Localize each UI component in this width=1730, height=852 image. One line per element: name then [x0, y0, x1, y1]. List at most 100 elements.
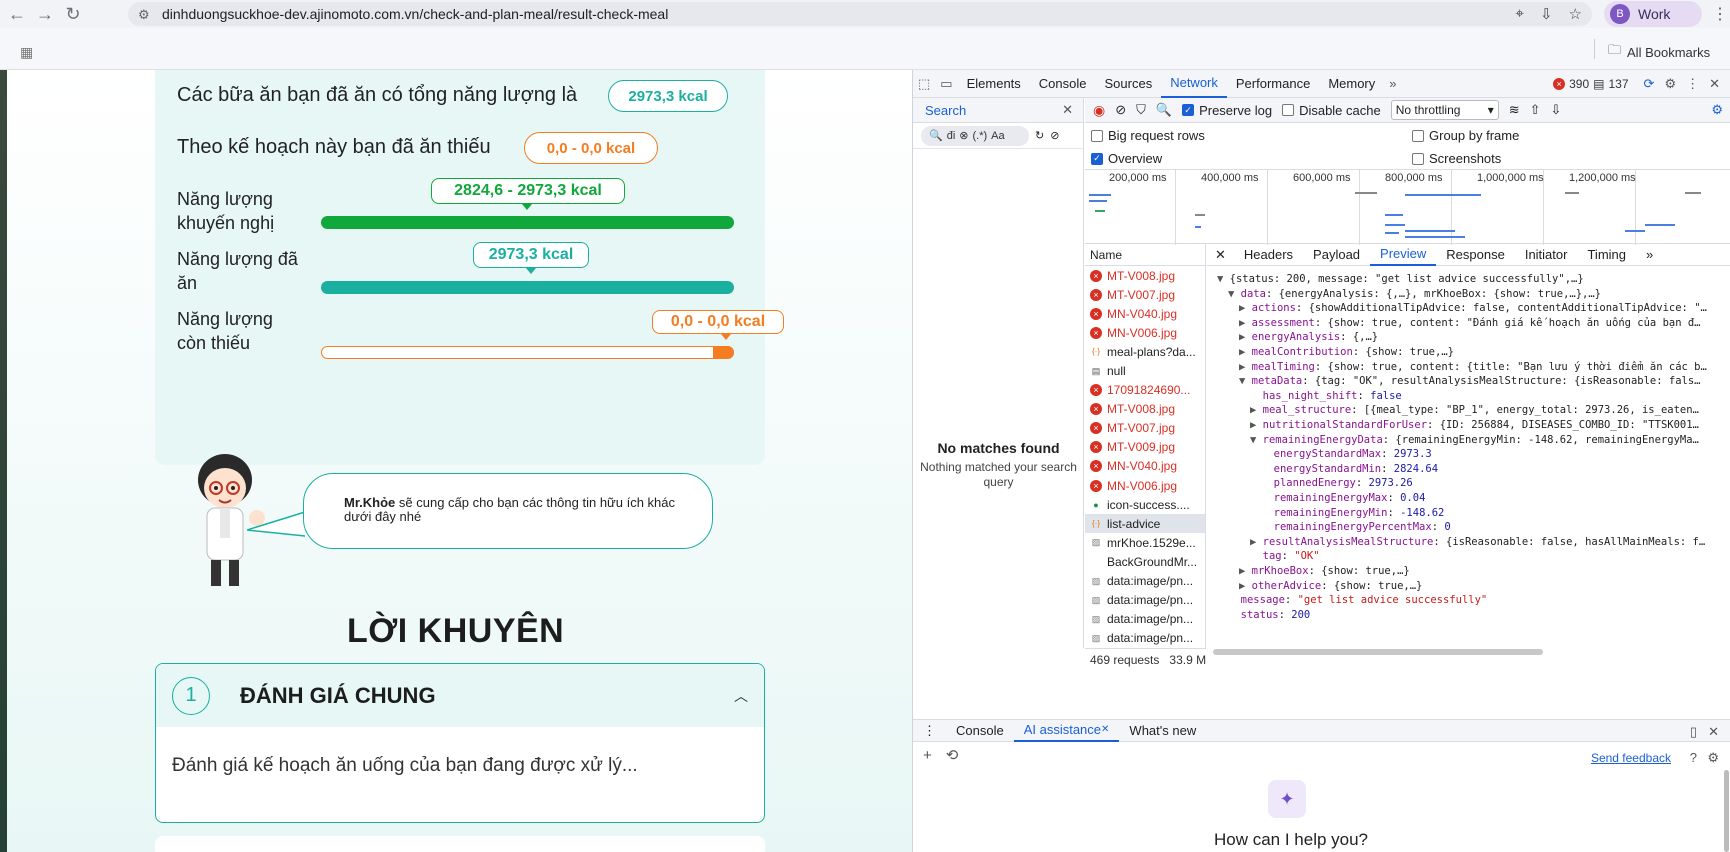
profile-button[interactable]: B Work: [1604, 1, 1702, 27]
clear-results-icon[interactable]: ⊘: [1050, 129, 1059, 142]
chevron-up-icon[interactable]: ︿: [734, 686, 748, 706]
request-row[interactable]: {·} list-advice: [1085, 514, 1205, 534]
expand-arrow-icon[interactable]: ▶: [1250, 404, 1263, 416]
search-network-icon[interactable]: 🔍: [1156, 102, 1172, 118]
clear-search-icon[interactable]: ⊗: [959, 129, 968, 142]
close-search-icon[interactable]: ✕: [1062, 102, 1073, 118]
horizontal-scrollbar[interactable]: [1213, 649, 1543, 655]
new-chat-icon[interactable]: +: [923, 747, 932, 764]
drawer-tab-ai-assistance[interactable]: AI assistance ✕: [1013, 720, 1120, 742]
vertical-scrollbar[interactable]: [1724, 770, 1729, 852]
collapse-arrow-icon[interactable]: ▼: [1239, 375, 1252, 387]
help-icon[interactable]: ?: [1690, 750, 1697, 765]
ai-settings-icon[interactable]: ⚙: [1707, 750, 1719, 766]
request-row[interactable]: ▨ data:image/pn...: [1085, 629, 1205, 648]
collapse-arrow-icon[interactable]: ▼: [1228, 288, 1241, 300]
expand-arrow-icon[interactable]: ▶: [1239, 361, 1252, 373]
regex-toggle[interactable]: (.*): [972, 130, 987, 142]
devtools-tab-sources[interactable]: Sources: [1096, 70, 1162, 98]
import-har-icon[interactable]: ⇧: [1530, 102, 1541, 118]
detail-tab-response[interactable]: Response: [1436, 244, 1515, 266]
close-detail-icon[interactable]: ✕: [1207, 244, 1234, 266]
request-row[interactable]: ▤ null: [1085, 361, 1205, 380]
close-tab-icon[interactable]: ✕: [1101, 724, 1109, 735]
request-row[interactable]: × 17091824690...: [1085, 381, 1205, 400]
detail-tab-timing[interactable]: Timing: [1577, 244, 1636, 266]
request-row[interactable]: ▨ data:image/pn...: [1085, 572, 1205, 591]
request-row[interactable]: ● icon-success....: [1085, 495, 1205, 514]
search-input[interactable]: 🔍 đi ⊗ (.*) Aa: [921, 125, 1029, 146]
json-line[interactable]: ▶ energyAnalysis: {,…}: [1239, 330, 1378, 345]
record-stop-icon[interactable]: ◉: [1093, 102, 1105, 119]
overview-checkbox[interactable]: ✓ Overview: [1091, 151, 1162, 166]
expand-arrow-icon[interactable]: ▶: [1239, 565, 1252, 577]
error-count[interactable]: 390: [1569, 77, 1589, 91]
all-bookmarks-button[interactable]: 🗀 All Bookmarks: [1594, 39, 1710, 63]
expand-arrow-icon[interactable]: ▶: [1239, 580, 1252, 592]
dock-icon[interactable]: ▯: [1690, 724, 1697, 740]
json-line[interactable]: ▶ assessment: {show: true, content: "Đán…: [1239, 316, 1701, 331]
close-drawer-icon[interactable]: ✕: [1708, 724, 1719, 740]
expand-arrow-icon[interactable]: ▶: [1250, 536, 1263, 548]
clear-log-icon[interactable]: ⊘: [1115, 102, 1126, 118]
json-line[interactable]: ▶ meal_structure: [{meal_type: "BP_1", e…: [1250, 403, 1699, 418]
group-by-frame-checkbox[interactable]: Group by frame: [1412, 128, 1519, 143]
expand-arrow-icon[interactable]: ▶: [1239, 317, 1252, 329]
disable-cache-checkbox[interactable]: Disable cache: [1282, 103, 1381, 118]
expand-arrow-icon[interactable]: ▶: [1239, 302, 1252, 314]
request-row[interactable]: ▨ mrKhoe.1529e...: [1085, 533, 1205, 552]
expand-arrow-icon[interactable]: ▶: [1239, 346, 1252, 358]
json-line[interactable]: ▼ {status: 200, message: "get list advic…: [1217, 272, 1584, 287]
json-line[interactable]: ▼ data: {energyAnalysis: {,…}, mrKhoeBox…: [1228, 287, 1601, 302]
json-line[interactable]: ▶ otherAdvice: {show: true,…}: [1239, 579, 1422, 594]
close-devtools-icon[interactable]: ✕: [1704, 76, 1725, 92]
search-tab[interactable]: Search ✕: [913, 98, 1083, 123]
request-row[interactable]: × MN-V006.jpg: [1085, 476, 1205, 495]
forward-icon[interactable]: →: [34, 3, 56, 25]
json-line[interactable]: ▶ nutritionalStandardForUser: {ID: 25688…: [1250, 418, 1699, 433]
browser-menu-icon[interactable]: ⋮: [1712, 4, 1728, 24]
export-har-icon[interactable]: ⇩: [1551, 102, 1562, 118]
request-row[interactable]: × MN-V040.jpg: [1085, 457, 1205, 476]
json-line[interactable]: ▼ metaData: {tag: "OK", resultAnalysisMe…: [1239, 374, 1701, 389]
network-overview-timeline[interactable]: 200,000 ms 400,000 ms 600,000 ms 800,000 ms…: [1085, 169, 1730, 245]
location-icon[interactable]: ⌖: [1516, 5, 1524, 23]
devtools-tab-network[interactable]: Network: [1161, 70, 1227, 98]
big-rows-checkbox[interactable]: Big request rows: [1091, 128, 1205, 143]
json-line[interactable]: ▶ resultAnalysisMealStructure: {isReason…: [1250, 535, 1705, 550]
request-row[interactable]: × MN-V040.jpg: [1085, 304, 1205, 323]
back-icon[interactable]: ←: [6, 3, 28, 25]
refresh-search-icon[interactable]: ↻: [1035, 129, 1044, 142]
json-line[interactable]: ▶ mrKhoeBox: {show: true,…}: [1239, 564, 1410, 579]
filter-icon[interactable]: ⛉: [1136, 102, 1146, 118]
json-line[interactable]: ▶ actions: {showAdditionalTipAdvice: fal…: [1239, 301, 1707, 316]
detail-tab-payload[interactable]: Payload: [1303, 244, 1370, 266]
expand-arrow-icon[interactable]: ▶: [1250, 419, 1263, 431]
preserve-log-checkbox[interactable]: ✓ Preserve log: [1182, 103, 1272, 118]
request-row[interactable]: × MT-V007.jpg: [1085, 285, 1205, 304]
json-line[interactable]: ▶ mealContribution: {show: true,…}: [1239, 345, 1454, 360]
match-case-toggle[interactable]: Aa: [991, 130, 1004, 142]
throttling-select[interactable]: No throttling ▾: [1390, 100, 1499, 120]
request-row[interactable]: × MN-V006.jpg: [1085, 323, 1205, 342]
name-column-header[interactable]: Name: [1085, 244, 1205, 266]
apps-grid-icon[interactable]: ▦: [20, 44, 33, 61]
json-line[interactable]: ▼ remainingEnergyData: {remainingEnergyM…: [1250, 433, 1699, 448]
send-feedback-link[interactable]: Send feedback: [1591, 751, 1671, 765]
address-bar[interactable]: ⚙ dinhduongsuckhoe-dev.ajinomoto.com.vn/…: [128, 2, 1592, 26]
detail-tab-preview[interactable]: Preview: [1370, 244, 1437, 266]
json-line[interactable]: ▶ mealTiming: {show: true, content: {tit…: [1239, 360, 1707, 375]
more-tabs-icon[interactable]: »: [1636, 244, 1663, 266]
history-icon[interactable]: ⟲: [946, 746, 959, 764]
request-row[interactable]: × MT-V007.jpg: [1085, 419, 1205, 438]
drawer-tab-what-s-new[interactable]: What's new: [1119, 720, 1206, 742]
sync-icon[interactable]: ⟳: [1639, 76, 1660, 92]
devtools-tab-console[interactable]: Console: [1030, 70, 1096, 98]
network-settings-icon[interactable]: ⚙: [1711, 102, 1723, 118]
device-toolbar-icon[interactable]: ▭: [935, 76, 957, 92]
general-assessment-accordion[interactable]: 1 ĐÁNH GIÁ CHUNG ︿ Đánh giá kế hoạch ăn …: [155, 663, 765, 823]
request-row[interactable]: ▨ data:image/pn...: [1085, 610, 1205, 629]
collapse-arrow-icon[interactable]: ▼: [1217, 273, 1230, 285]
request-row[interactable]: ▨ data:image/pn...: [1085, 591, 1205, 610]
detail-tab-headers[interactable]: Headers: [1234, 244, 1303, 266]
